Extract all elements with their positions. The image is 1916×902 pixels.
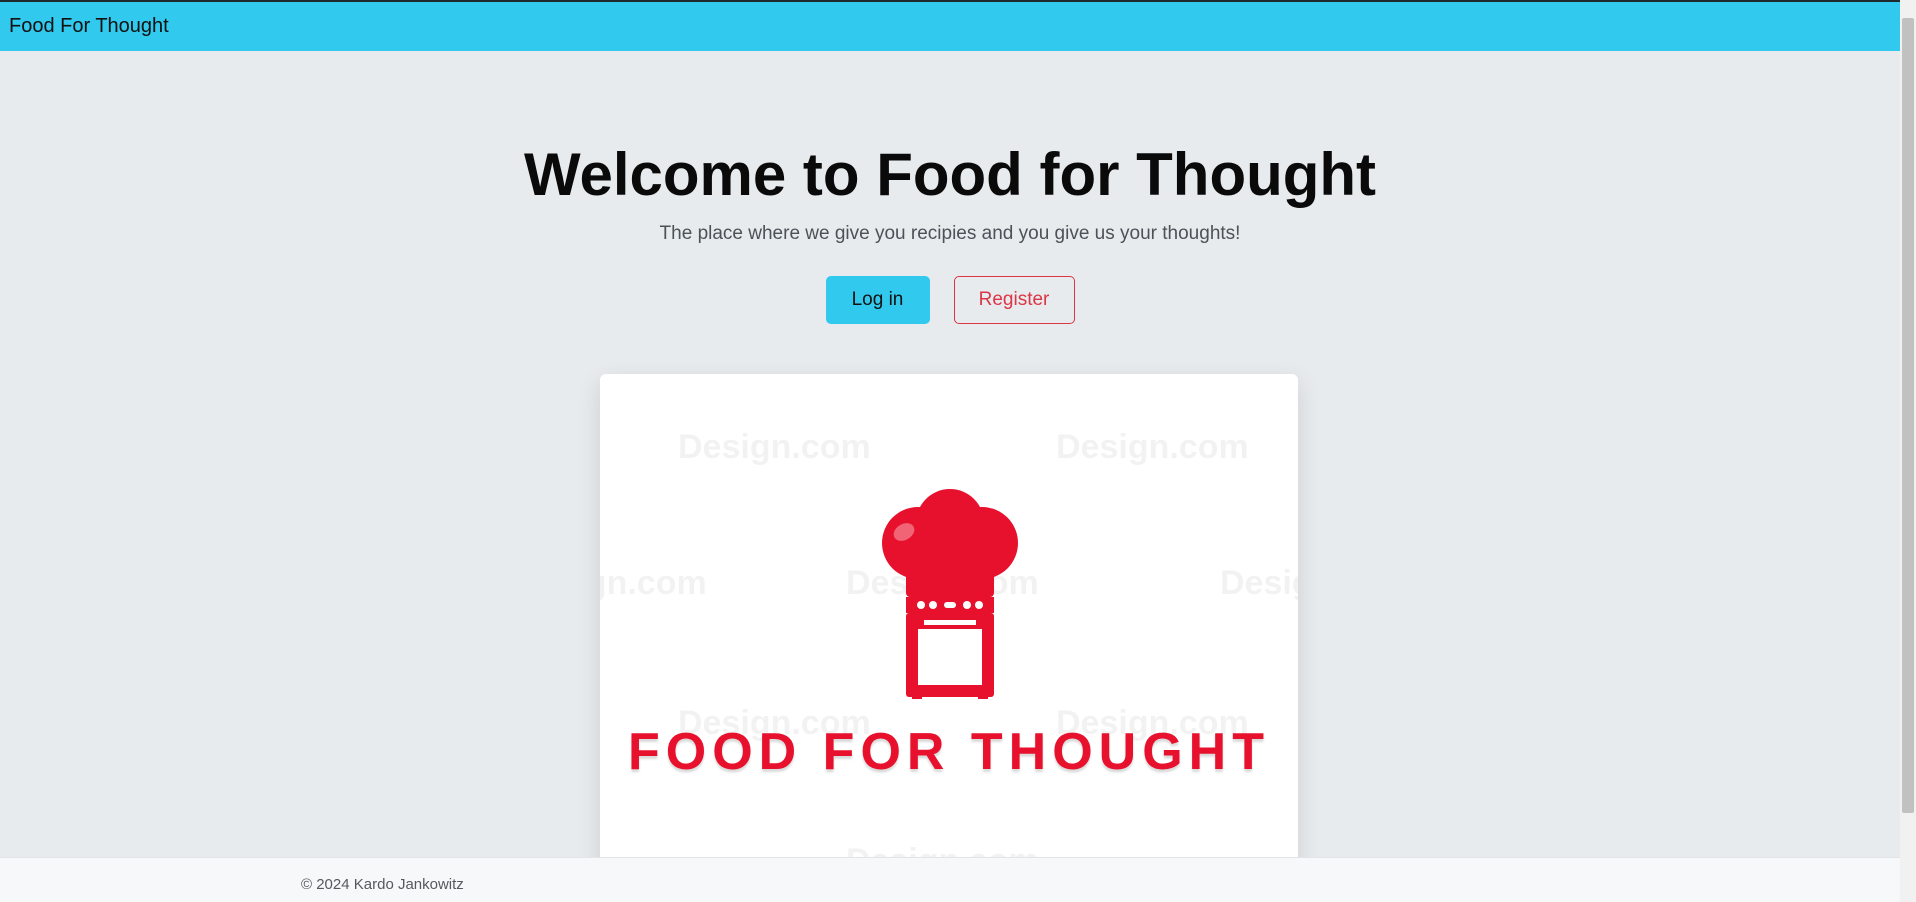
page: Food For Thought Welcome to Food for Tho… [0, 0, 1900, 902]
copyright-text: © 2024 Kardo Jankowitz [301, 876, 464, 893]
auth-buttons: Log in Register [0, 276, 1900, 324]
watermark: Design.com [678, 428, 871, 466]
watermark: Design.com [600, 564, 707, 602]
footer: © 2024 Kardo Jankowitz [0, 857, 1900, 902]
logo-text: FOOD FOR THOUGHT [628, 723, 1270, 781]
navbar-brand[interactable]: Food For Thought [9, 15, 169, 38]
logo-card: Design.com Design.com Design.com Design.… [600, 374, 1298, 902]
login-button[interactable]: Log in [825, 276, 930, 324]
watermark: Design.com [1056, 428, 1249, 466]
vertical-scrollbar[interactable] [1900, 0, 1916, 902]
scrollbar-thumb[interactable] [1902, 18, 1914, 813]
chef-hat-stove-logo-icon [882, 489, 1018, 699]
register-button[interactable]: Register [953, 276, 1075, 324]
navbar: Food For Thought [0, 2, 1900, 51]
watermark: Design.com [1220, 564, 1298, 602]
hero: Welcome to Food for Thought The place wh… [0, 140, 1900, 245]
page-subtitle: The place where we give you recipies and… [659, 223, 1241, 244]
page-title: Welcome to Food for Thought [523, 141, 1377, 208]
